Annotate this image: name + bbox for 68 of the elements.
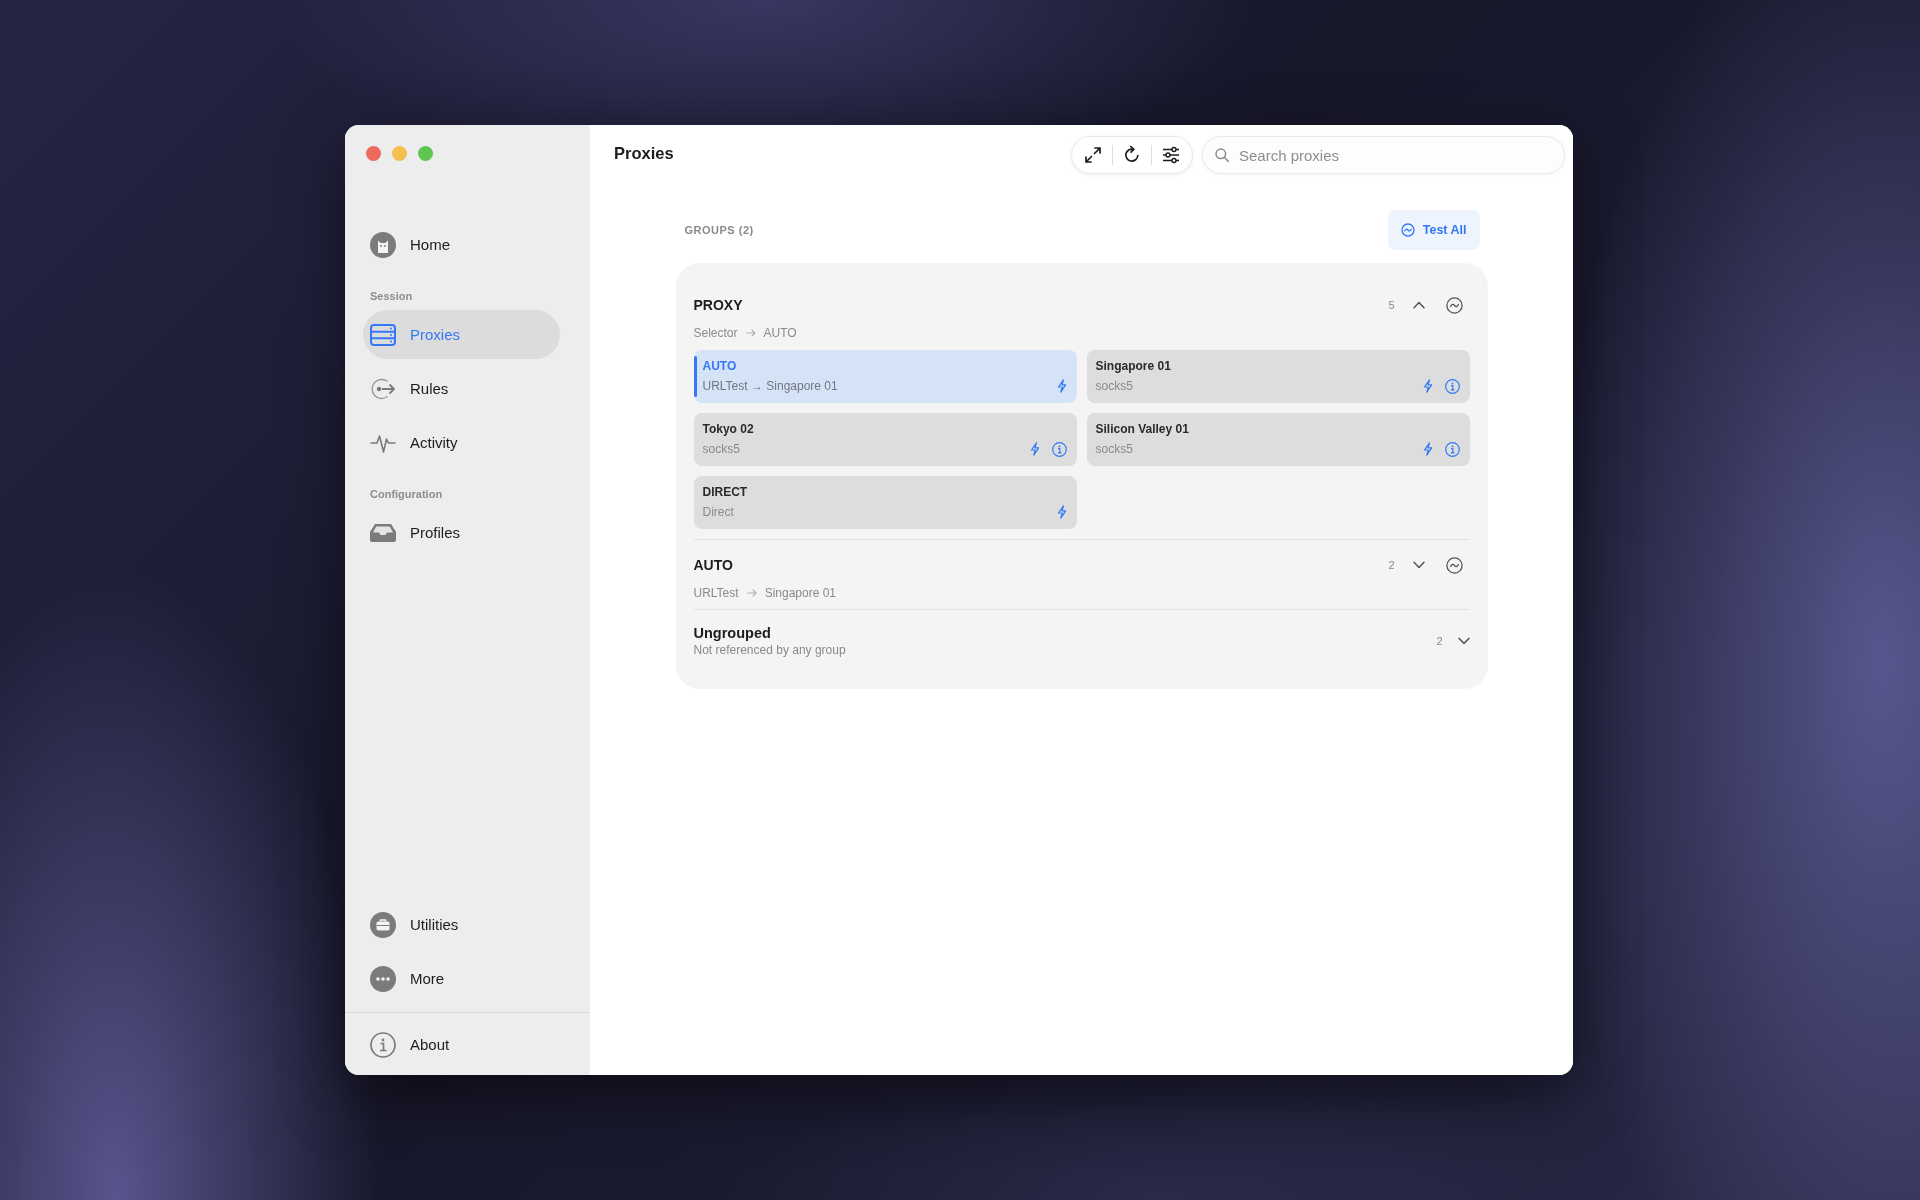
search-field[interactable]: Search proxies [1202, 136, 1565, 174]
group-description: Not referenced by any group [693, 642, 847, 658]
proxy-name: Singapore 01 [1095, 358, 1172, 374]
proxy-tile[interactable]: DIRECT Direct [693, 476, 1077, 529]
proxy-type: socks5 [702, 441, 741, 457]
expand-arrows-icon[interactable] [1083, 145, 1103, 165]
section-heading: Session [370, 289, 414, 303]
group-current: AUTO [763, 326, 797, 340]
proxy-name: AUTO [702, 358, 738, 374]
page-title: Proxies [614, 143, 675, 164]
tray-icon [370, 523, 396, 542]
lightning-icon[interactable] [1422, 379, 1433, 393]
proxy-type: URLTest → Singapore 01 [702, 378, 839, 394]
sidebar-item[interactable]: More [363, 954, 560, 1003]
info-icon[interactable] [1444, 441, 1460, 457]
search-icon [1215, 148, 1229, 162]
sidebar-item[interactable]: Home [363, 220, 560, 269]
proxy-tile[interactable]: Tokyo 02 socks5 [693, 413, 1077, 466]
wave-circle-icon [1400, 223, 1415, 237]
arrow-right-icon [745, 329, 756, 337]
group-name: AUTO [693, 557, 734, 573]
proxy-tile[interactable]: Singapore 01 socks5 [1086, 350, 1470, 403]
sidebar-item[interactable]: Profiles [363, 508, 560, 557]
info-icon [370, 1031, 396, 1058]
proxy-name: Silicon Valley 01 [1095, 421, 1190, 437]
arrow-right-icon [746, 589, 757, 597]
lightning-icon[interactable] [1029, 442, 1040, 456]
refresh-icon[interactable] [1122, 145, 1142, 165]
chevron-up-icon[interactable] [1412, 301, 1425, 309]
proxy-type: socks5 [1095, 378, 1134, 394]
sidebar-item[interactable]: Utilities [363, 900, 560, 949]
group-count: 2 [1436, 635, 1443, 647]
sidebar-item[interactable]: Activity [363, 418, 560, 467]
chevron-down-icon[interactable] [1457, 637, 1470, 645]
proxy-tile[interactable]: AUTO URLTest → Singapore 01 [693, 350, 1077, 403]
lightning-icon[interactable] [1056, 379, 1067, 393]
lightning-icon[interactable] [1422, 442, 1433, 456]
group-name: Ungrouped [693, 624, 772, 642]
sidebar-item[interactable]: Rules [363, 364, 560, 413]
info-icon[interactable] [1051, 441, 1067, 457]
briefcase-icon [370, 911, 396, 938]
more-icon [370, 965, 396, 992]
info-icon[interactable] [1444, 378, 1460, 394]
server-icon [370, 323, 396, 346]
zoom-button[interactable] [418, 146, 433, 161]
proxy-tile[interactable]: Silicon Valley 01 socks5 [1086, 413, 1470, 466]
group-count: 5 [1388, 299, 1395, 311]
wave-circle-icon[interactable] [1445, 296, 1463, 314]
proxy-name: Tokyo 02 [702, 421, 755, 437]
group-current: Singapore 01 [764, 586, 836, 600]
group-name: PROXY [693, 297, 744, 313]
group-type: Selector [693, 326, 738, 340]
dot-arrow-icon [370, 377, 396, 400]
group-count: 2 [1388, 559, 1395, 571]
proxy-type: Direct [702, 504, 735, 520]
chevron-down-icon[interactable] [1412, 561, 1425, 569]
test-all-button[interactable]: Test All [1387, 210, 1480, 250]
cat-icon [370, 231, 396, 258]
sidebar-item[interactable]: About [363, 1020, 560, 1069]
proxy-name: DIRECT [702, 484, 749, 500]
sliders-icon[interactable] [1161, 145, 1181, 165]
groups-heading: GROUPS (2) [684, 224, 754, 236]
group-type: URLTest [693, 586, 739, 600]
wave-circle-icon[interactable] [1445, 556, 1463, 574]
section-heading: Configuration [370, 487, 444, 501]
close-button[interactable] [366, 146, 381, 161]
proxy-type: socks5 [1095, 441, 1134, 457]
lightning-icon[interactable] [1056, 505, 1067, 519]
